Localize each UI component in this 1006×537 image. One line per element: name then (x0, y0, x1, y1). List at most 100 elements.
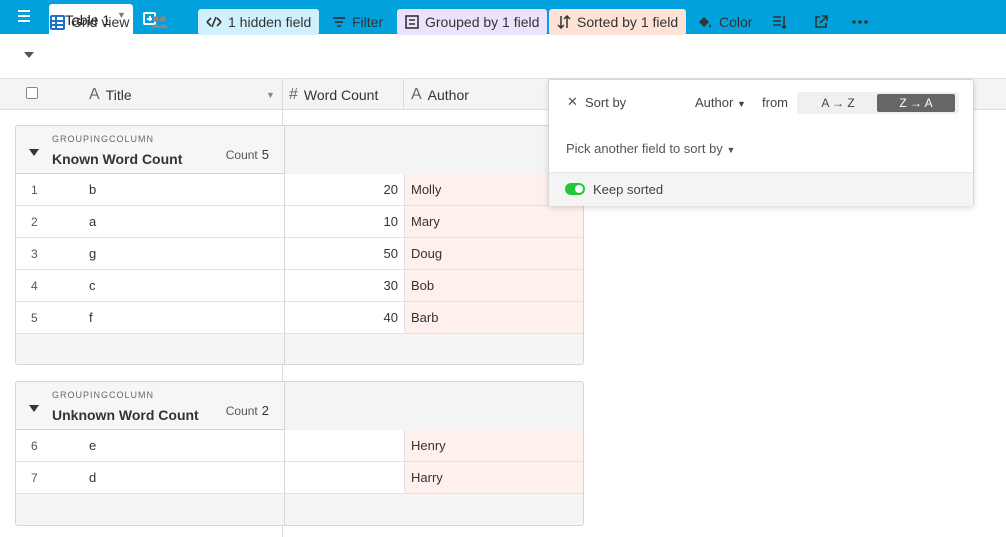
group-button[interactable]: Grouped by 1 field (397, 9, 548, 35)
text-field-icon: A (411, 85, 422, 103)
view-name: Grid view (71, 14, 130, 30)
group-label: Grouped by 1 field (425, 14, 540, 30)
author-cell[interactable]: Doug (404, 238, 583, 269)
group-header[interactable]: GROUPINGCOLUMN Known Word Count Count 5 (16, 126, 583, 174)
table-row[interactable]: 1 b 20 Molly (16, 174, 583, 206)
group-count-label: Count (225, 404, 258, 418)
sort-label: Sorted by 1 field (577, 14, 679, 30)
sort-asc-option[interactable]: A → Z (799, 94, 877, 112)
keep-sorted-label: Keep sorted (593, 182, 664, 197)
select-all-checkbox[interactable] (26, 87, 38, 99)
group-name: Unknown Word Count (52, 407, 199, 423)
author-cell[interactable]: Henry (404, 430, 583, 461)
group-column-label: GROUPINGCOLUMN (52, 390, 155, 400)
share-icon[interactable] (806, 9, 836, 35)
group-icon (405, 15, 419, 29)
row-number: 4 (31, 279, 38, 293)
keep-sorted-row: Keep sorted (549, 172, 973, 206)
word-count-cell[interactable] (284, 430, 404, 461)
column-header-word-count[interactable]: # Word Count (289, 79, 378, 110)
view-toolbar (0, 34, 1006, 79)
table-row[interactable]: 6 e Henry (16, 430, 583, 462)
table-row[interactable]: 4 c 30 Bob (16, 270, 583, 302)
word-count-cell[interactable]: 40 (284, 302, 404, 333)
column-title-label: Title (105, 86, 132, 103)
title-cell[interactable]: f (89, 310, 93, 325)
group-column-label: GROUPINGCOLUMN (52, 134, 155, 144)
group-known-word-count: GROUPINGCOLUMN Known Word Count Count 5 1… (15, 125, 584, 365)
sort-direction-toggle: A → Z Z → A (797, 92, 959, 114)
author-cell[interactable]: Barb (404, 302, 583, 333)
group-footer (16, 494, 583, 525)
author-cell[interactable]: Harry (404, 462, 583, 493)
sort-button[interactable]: Sorted by 1 field (549, 9, 687, 35)
row-number: 2 (31, 215, 38, 229)
group-count-value: 5 (261, 147, 269, 162)
sort-popover: ✕ Sort by Author ▼ from A → Z Z → A Pick… (548, 79, 974, 206)
add-sort-field-button[interactable]: Pick another field to sort by ▼ (566, 141, 735, 156)
sort-field-select[interactable]: Author ▼ (695, 95, 746, 110)
menu-icon[interactable] (18, 10, 40, 26)
more-icon[interactable] (844, 9, 876, 35)
word-count-cell[interactable]: 10 (284, 206, 404, 237)
view-switcher-button[interactable]: Grid view (42, 9, 137, 35)
group-count: Count 5 (226, 147, 269, 162)
row-number: 5 (31, 311, 38, 325)
column-word-count-label: Word Count (303, 86, 379, 103)
word-count-cell[interactable]: 50 (284, 238, 404, 269)
number-field-icon: # (289, 85, 298, 103)
group-name: Known Word Count (52, 151, 183, 167)
title-cell[interactable]: d (89, 470, 96, 485)
column-menu-caret-icon[interactable]: ▼ (266, 79, 275, 110)
table-row[interactable]: 5 f 40 Barb (16, 302, 583, 334)
hidden-fields-label: 1 hidden field (228, 14, 312, 30)
row-number: 3 (31, 247, 38, 261)
group-header-fill (284, 382, 583, 430)
sort-desc-option[interactable]: Z → A (877, 94, 955, 112)
group-unknown-word-count: GROUPINGCOLUMN Unknown Word Count Count 2… (15, 381, 584, 526)
table-row[interactable]: 2 a 10 Mary (16, 206, 583, 238)
row-number: 1 (31, 183, 38, 197)
author-cell[interactable]: Bob (404, 270, 583, 301)
chevron-down-icon: ▼ (726, 145, 736, 155)
close-icon[interactable]: ✕ (567, 94, 578, 110)
row-height-icon[interactable] (764, 9, 796, 35)
collapse-group-icon[interactable] (29, 405, 39, 412)
collapse-group-icon[interactable] (29, 149, 39, 156)
title-cell[interactable]: b (89, 182, 96, 197)
hidden-fields-button[interactable]: 1 hidden field (198, 9, 320, 35)
chevron-down-icon: ▼ (736, 99, 746, 109)
column-header-title[interactable]: A Title (89, 79, 132, 110)
group-footer (16, 334, 583, 364)
filter-label: Filter (352, 14, 384, 30)
word-count-cell[interactable]: 30 (284, 270, 404, 301)
paint-icon (697, 15, 713, 29)
chevron-down-icon[interactable] (24, 52, 34, 58)
row-number: 6 (31, 439, 38, 453)
table-row[interactable]: 3 g 50 Doug (16, 238, 583, 270)
group-header-fill (284, 126, 583, 174)
people-icon[interactable] (142, 9, 178, 35)
filter-icon (332, 16, 346, 28)
title-cell[interactable]: c (89, 278, 96, 293)
sort-by-label: Sort by (585, 95, 627, 110)
color-button[interactable]: Color (689, 9, 760, 35)
title-cell[interactable]: g (89, 246, 96, 261)
group-header[interactable]: GROUPINGCOLUMN Unknown Word Count Count 2 (16, 382, 583, 430)
column-author-label: Author (427, 86, 469, 103)
from-label: from (762, 95, 788, 110)
column-header-author[interactable]: A Author (411, 79, 469, 110)
grid-icon (50, 14, 65, 30)
title-cell[interactable]: e (89, 438, 96, 453)
author-cell[interactable]: Mary (404, 206, 583, 237)
filter-button[interactable]: Filter (324, 9, 391, 35)
title-cell[interactable]: a (89, 214, 96, 229)
group-count-value: 2 (261, 403, 269, 418)
row-number: 7 (31, 471, 38, 485)
table-row[interactable]: 7 d Harry (16, 462, 583, 494)
group-count: Count 2 (226, 403, 269, 418)
word-count-cell[interactable]: 20 (284, 174, 404, 205)
word-count-cell[interactable] (284, 462, 404, 493)
keep-sorted-toggle[interactable] (565, 183, 585, 195)
add-sort-field-label: Pick another field to sort by (566, 141, 723, 156)
